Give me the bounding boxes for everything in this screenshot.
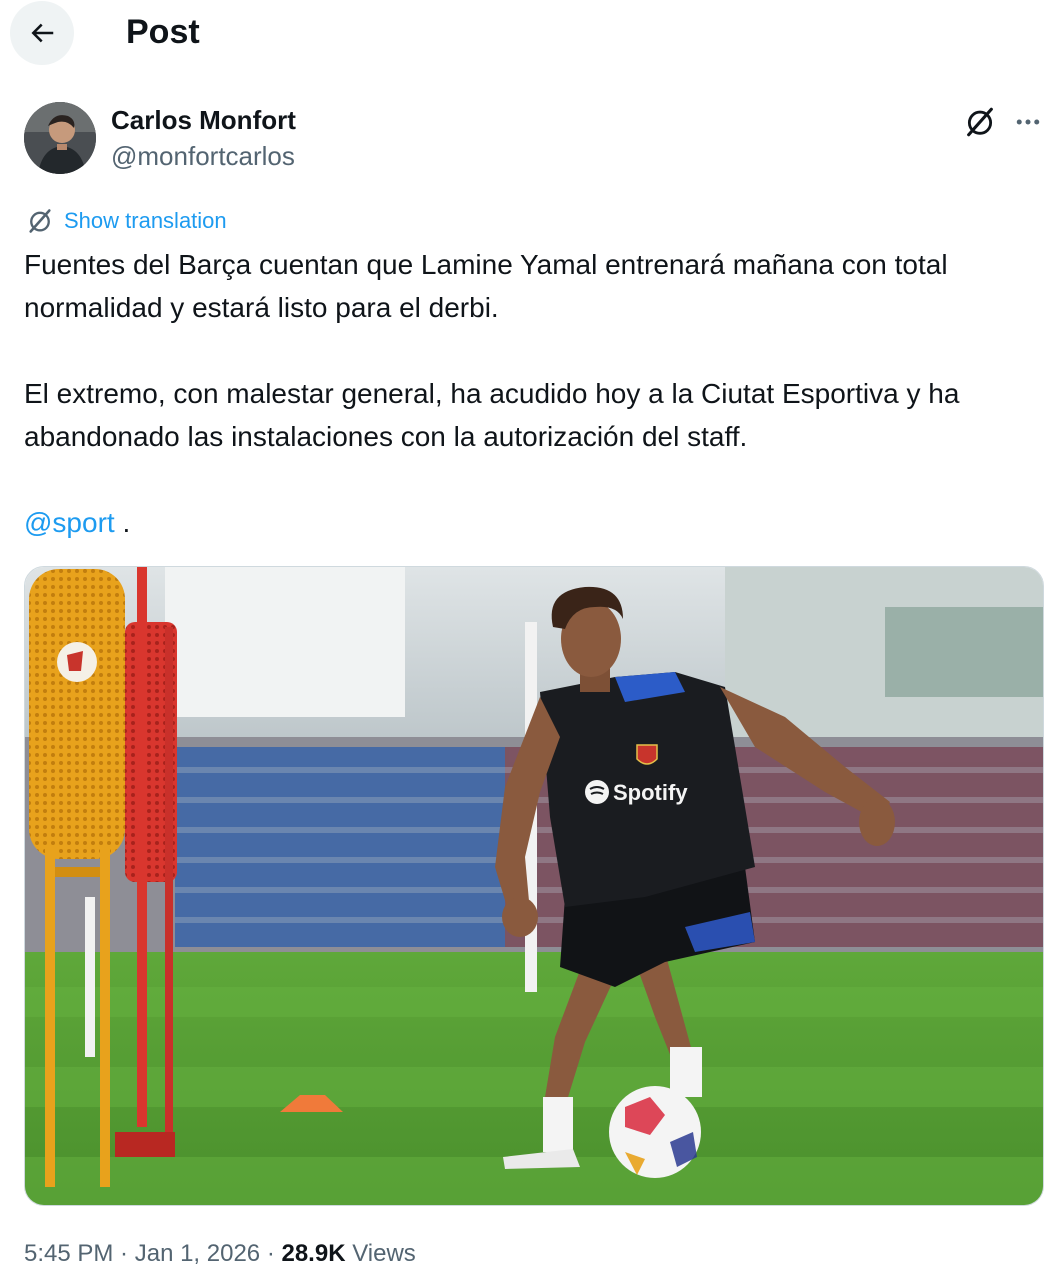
author-handle[interactable]: @monfortcarlos xyxy=(111,140,295,172)
post-time[interactable]: 5:45 PM xyxy=(24,1240,113,1267)
views-label: Views xyxy=(345,1240,416,1267)
more-options-button[interactable] xyxy=(1008,102,1048,142)
show-translation-button[interactable]: Show translation xyxy=(26,204,227,238)
meta-separator: · xyxy=(113,1240,135,1267)
post-image[interactable]: Spotify xyxy=(24,566,1044,1206)
post-text: Fuentes del Barça cuentan que Lamine Yam… xyxy=(24,243,1044,544)
post-author: Carlos Monfort @monfortcarlos xyxy=(24,100,1044,176)
page-title: Post xyxy=(126,13,200,51)
translate-icon xyxy=(29,209,51,233)
shirt-sponsor-text: Spotify xyxy=(613,780,688,805)
post-meta: 5:45 PM · Jan 1, 2026 · 28.9K Views xyxy=(24,1236,416,1272)
views-count: 28.9K xyxy=(281,1240,346,1267)
mention-suffix: . xyxy=(114,507,131,538)
meta-separator: · xyxy=(260,1240,282,1267)
grok-button[interactable] xyxy=(960,102,1000,142)
post-date[interactable]: Jan 1, 2026 xyxy=(135,1240,260,1267)
avatar-image xyxy=(24,102,96,174)
mention-link[interactable]: @sport xyxy=(24,507,115,538)
grok-icon xyxy=(967,107,993,137)
page-header: Post xyxy=(0,0,1064,66)
back-button[interactable] xyxy=(10,1,74,65)
more-horizontal-icon xyxy=(1016,119,1040,125)
post-paragraph: El extremo, con malestar general, ha acu… xyxy=(24,378,960,452)
author-name[interactable]: Carlos Monfort xyxy=(111,104,296,136)
training-photo: Spotify xyxy=(25,567,1043,1205)
show-translation-label: Show translation xyxy=(64,208,227,233)
arrow-left-icon xyxy=(31,23,54,43)
post-mention-line: @sport . xyxy=(24,501,1044,544)
avatar[interactable] xyxy=(24,102,96,174)
post-paragraph: Fuentes del Barça cuentan que Lamine Yam… xyxy=(24,249,948,323)
